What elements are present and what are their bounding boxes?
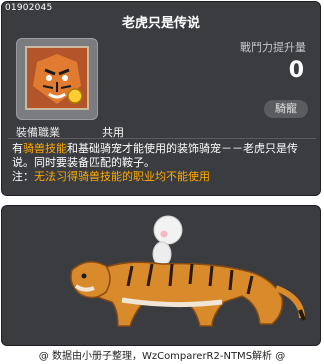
note-label: 注： <box>12 170 34 183</box>
item-icon-frame <box>16 38 98 120</box>
item-tooltip: 01902045 老虎只是传说 戰鬥力提升量 0 騎寵 裝備職業 共用 有骑兽技… <box>1 1 321 196</box>
tiger-mount-preview <box>1 205 321 346</box>
stat-label: 戰鬥力提升量 <box>240 41 306 54</box>
item-title: 老虎只是传说 <box>121 16 200 31</box>
stat-value: 0 <box>288 58 304 83</box>
category-badge: 騎寵 <box>264 100 308 118</box>
tiger-face-icon <box>27 48 87 108</box>
skill-link[interactable]: 骑兽技能 <box>23 142 67 155</box>
note-text: 无法习得骑兽技能的职业均不能使用 <box>34 170 210 183</box>
tiger-mount-image <box>70 215 306 327</box>
tiger-item-icon <box>25 46 89 110</box>
desc-prefix: 有 <box>12 142 23 155</box>
footer-credit: @ 数据由小册子整理，WzComparerR2-NTMS解析 @ <box>38 351 286 362</box>
item-description: 有骑兽技能和基础骑宠才能使用的装饰骑宠－－老虎只是传说。同时要装备匹配的鞍子。 … <box>12 142 316 184</box>
divider <box>8 138 316 139</box>
